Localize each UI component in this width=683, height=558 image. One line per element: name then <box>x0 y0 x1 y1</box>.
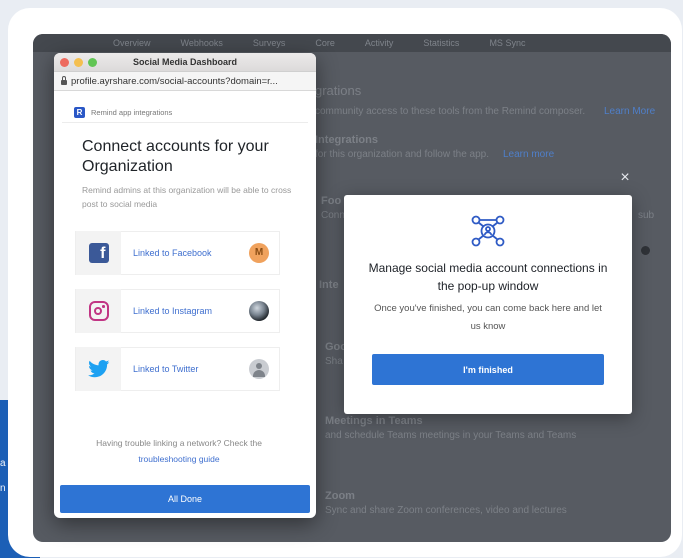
nav-activity[interactable]: Activity <box>365 38 394 48</box>
window-titlebar[interactable]: Social Media Dashboard <box>54 53 316 72</box>
edge-fragment-1: a <box>0 458 6 469</box>
manage-connections-modal: Manage social media account connections … <box>344 195 632 414</box>
item-teams-title: Meetings in Teams <box>325 415 423 427</box>
edge-fragment-2: n <box>0 483 6 494</box>
toggle-dot[interactable] <box>641 246 650 255</box>
item-foo-right: sub <box>638 210 655 221</box>
nav-core[interactable]: Core <box>315 38 335 48</box>
twitter-link-label[interactable]: Linked to Twitter <box>133 364 249 374</box>
network-row-twitter[interactable]: Linked to Twitter <box>75 347 280 391</box>
remind-logo-icon: R <box>74 107 85 118</box>
all-done-button[interactable]: All Done <box>60 485 310 513</box>
modal-subtitle: Once you've finished, you can come back … <box>374 303 602 332</box>
item-zoom-title: Zoom <box>325 490 355 502</box>
item-goo-desc: Sha <box>325 356 343 367</box>
remind-label: Remind app integrations <box>91 108 173 117</box>
im-finished-button[interactable]: I'm finished <box>372 354 604 385</box>
instagram-avatar <box>249 301 269 321</box>
popup-content: R Remind app integrations Connect accoun… <box>62 103 308 211</box>
facebook-icon: f <box>88 243 109 263</box>
social-media-popup-window: Social Media Dashboard profile.ayrshare.… <box>54 53 316 518</box>
connect-heading: Connect accounts for your Organization <box>82 138 269 175</box>
modal-title: Manage social media account connections … <box>368 261 608 293</box>
instagram-link-label[interactable]: Linked to Instagram <box>133 306 249 316</box>
instagram-icon <box>88 301 109 321</box>
facebook-link-label[interactable]: Linked to Facebook <box>133 248 249 258</box>
item-inte-title: Inte <box>319 279 339 291</box>
facebook-avatar: M <box>249 243 269 263</box>
trouble-text: Having trouble linking a network? Check … <box>74 435 284 467</box>
network-row-facebook[interactable]: f Linked to Facebook M <box>75 231 280 275</box>
address-bar[interactable]: profile.ayrshare.com/social-accounts?dom… <box>54 72 316 91</box>
trouble-prefix: Having trouble linking a network? Check … <box>96 438 262 448</box>
item-foo-desc: Conn <box>321 210 345 221</box>
twitter-avatar <box>249 359 269 379</box>
item-foo-title: Foo <box>321 195 342 207</box>
instagram-icon-box <box>76 289 121 333</box>
nav-ms-sync[interactable]: MS Sync <box>489 38 525 48</box>
network-nodes-icon <box>471 215 505 247</box>
section-title: grations <box>315 83 362 98</box>
nav-webhooks[interactable]: Webhooks <box>181 38 223 48</box>
item-integrations-desc: for this organization and follow the app… <box>315 149 489 160</box>
lock-icon <box>61 76 67 85</box>
app-nav-bar: Overview Webhooks Surveys Core Activity … <box>33 34 671 52</box>
connect-subtext: Remind admins at this organization will … <box>82 185 292 209</box>
url-text[interactable]: profile.ayrshare.com/social-accounts?dom… <box>71 76 278 87</box>
close-icon[interactable]: × <box>617 170 633 186</box>
twitter-icon-box <box>76 347 121 391</box>
window-title: Social Media Dashboard <box>132 57 238 67</box>
nav-overview[interactable]: Overview <box>113 38 151 48</box>
item-teams-desc: and schedule Teams meetings in your Team… <box>325 430 577 441</box>
item-zoom-desc: Sync and share Zoom conferences, video a… <box>325 505 567 516</box>
twitter-icon <box>87 360 110 378</box>
remind-header: R Remind app integrations <box>62 103 308 123</box>
item-integrations-link[interactable]: Learn more <box>503 149 554 160</box>
nav-surveys[interactable]: Surveys <box>253 38 286 48</box>
network-row-instagram[interactable]: Linked to Instagram <box>75 289 280 333</box>
facebook-icon-box: f <box>76 231 121 275</box>
section-desc: community access to these tools from the… <box>315 106 586 117</box>
item-integrations-title: Integrations <box>315 134 378 146</box>
troubleshooting-guide-link[interactable]: troubleshooting guide <box>138 454 219 464</box>
nav-statistics[interactable]: Statistics <box>423 38 459 48</box>
learn-more-link[interactable]: Learn More <box>604 106 655 117</box>
